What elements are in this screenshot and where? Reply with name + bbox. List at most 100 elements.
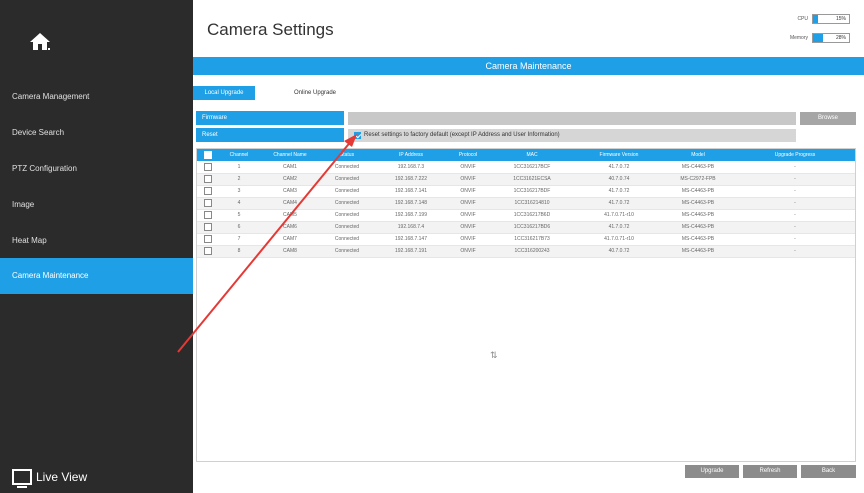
tab-local-upgrade[interactable]: Local Upgrade: [193, 86, 255, 100]
mac-cell: 1CC31621ECSA: [487, 173, 577, 186]
browse-button[interactable]: Browse: [800, 112, 856, 125]
table-row[interactable]: 4 CAM4 Connected 192.168.7.148 ONVIF 1CC31621…: [197, 197, 855, 210]
row-select-cell: [197, 209, 219, 222]
home-icon[interactable]: [28, 30, 52, 54]
cpu-meter: 15%: [812, 14, 850, 24]
model-cell: MS-C4463-PB: [661, 221, 735, 234]
mac-cell: 1CC316217B6D: [487, 209, 577, 222]
channel-name-cell: CAM6: [259, 221, 321, 234]
model-cell: MS-C4463-PB: [661, 233, 735, 246]
upgrade-button[interactable]: Upgrade: [685, 465, 739, 478]
row-checkbox[interactable]: [204, 235, 212, 243]
memory-meter-fill: [813, 34, 824, 42]
firmware-version-cell: 41.7.0.71-r10: [577, 209, 661, 222]
channel-name-cell: CAM7: [259, 233, 321, 246]
reset-option-text: Reset settings to factory default (excep…: [364, 132, 560, 138]
channel-name-cell: CAM4: [259, 197, 321, 210]
protocol-cell: ONVIF: [449, 245, 487, 258]
status-cell: Connected: [321, 161, 373, 174]
upgrade-progress-cell: -: [735, 221, 855, 234]
memory-meter: 28%: [812, 33, 850, 43]
col-firmware-version: Firmware Version: [599, 152, 639, 158]
status-cell: Connected: [321, 185, 373, 198]
row-checkbox[interactable]: [204, 162, 212, 171]
row-select-cell: [197, 221, 219, 234]
ip-address-cell: 192.168.7.4: [373, 221, 449, 234]
tab-online-upgrade[interactable]: Online Upgrade: [283, 86, 347, 100]
col-mac: MAC: [526, 152, 538, 158]
cpu-label: CPU: [797, 16, 808, 22]
row-checkbox[interactable]: [204, 223, 212, 231]
row-checkbox[interactable]: [204, 211, 212, 219]
protocol-cell: ONVIF: [449, 173, 487, 186]
upgrade-progress-cell: -: [735, 197, 855, 210]
live-view-button[interactable]: Live View: [12, 466, 87, 488]
table-row[interactable]: 7 CAM7 Connected 192.168.7.147 ONVIF 1CC31621…: [197, 233, 855, 246]
model-cell: MS-C4463-PB: [661, 209, 735, 222]
sidebar: Camera Management Device Search PTZ Conf…: [0, 0, 193, 493]
page-title: Camera Settings: [207, 20, 334, 39]
sidebar-item-camera-maintenance[interactable]: Camera Maintenance: [0, 258, 193, 294]
col-ip-address: IP Address: [398, 152, 424, 158]
table-header-row: Channel Channel Name Status IP Address P…: [197, 149, 855, 161]
row-checkbox[interactable]: [204, 247, 212, 255]
table-row[interactable]: 6 CAM6 Connected 192.168.7.4 ONVIF 1CC316217B…: [197, 221, 855, 234]
firmware-path-field[interactable]: [348, 112, 796, 125]
mac-cell: 1CC316214810: [487, 197, 577, 210]
ip-address-cell: 192.168.7.147: [373, 233, 449, 246]
mac-cell: 1CC316217B73: [487, 233, 577, 246]
upgrade-progress-cell: -: [735, 233, 855, 246]
ip-address-cell: 192.168.7.199: [373, 209, 449, 222]
firmware-version-cell: 41.7.0.72: [577, 185, 661, 198]
upgrade-progress-cell: -: [735, 245, 855, 258]
col-model: Model: [691, 152, 705, 158]
protocol-cell: ONVIF: [449, 185, 487, 198]
row-checkbox[interactable]: [204, 175, 212, 183]
memory-value: 28%: [835, 35, 846, 41]
sidebar-item-ptz-configuration[interactable]: PTZ Configuration: [0, 151, 193, 187]
col-channel-name: Channel Name: [273, 152, 307, 158]
row-select-cell: [197, 161, 219, 174]
table-row[interactable]: 5 CAM5 Connected 192.168.7.199 ONVIF 1CC31621…: [197, 209, 855, 222]
firmware-version-cell: 40.7.0.74: [577, 173, 661, 186]
row-checkbox[interactable]: [204, 199, 212, 207]
firmware-version-cell: 41.7.0.71-r10: [577, 233, 661, 246]
firmware-version-cell: 41.7.0.72: [577, 197, 661, 210]
row-select-cell: [197, 197, 219, 210]
upgrade-progress-cell: -: [735, 185, 855, 198]
table-row[interactable]: 1 CAM1 Connected 192.168.7.3 ONVIF 1CC316217B…: [197, 161, 855, 174]
cpu-meter-fill: [813, 15, 819, 23]
ip-address-cell: 192.168.7.141: [373, 185, 449, 198]
refresh-button[interactable]: Refresh: [743, 465, 797, 478]
firmware-version-cell: 41.7.0.72: [577, 221, 661, 234]
table-row[interactable]: 2 CAM2 Connected 192.168.7.222 ONVIF 1CC31621…: [197, 173, 855, 186]
channel-name-cell: CAM3: [259, 185, 321, 198]
status-cell: Connected: [321, 197, 373, 210]
protocol-cell: ONVIF: [449, 209, 487, 222]
monitor-icon: [12, 469, 32, 488]
row-select-cell: [197, 185, 219, 198]
col-status: Status: [339, 152, 355, 158]
channel-name-cell: CAM1: [259, 161, 321, 174]
reset-option: Reset settings to factory default (excep…: [348, 129, 796, 142]
sidebar-item-heat-map[interactable]: Heat Map: [0, 223, 193, 259]
mac-cell: 1CC316217BD6: [487, 221, 577, 234]
sidebar-item-image[interactable]: Image: [0, 187, 193, 223]
back-button[interactable]: Back: [801, 465, 856, 478]
ip-address-cell: 192.168.7.148: [373, 197, 449, 210]
select-all-cell: [197, 149, 219, 161]
protocol-cell: ONVIF: [449, 161, 487, 174]
table-row[interactable]: 8 CAM8 Connected 192.168.7.191 ONVIF 1CC31620…: [197, 245, 855, 258]
reset-checkbox[interactable]: [354, 132, 361, 139]
sidebar-item-camera-management[interactable]: Camera Management: [0, 79, 193, 115]
firmware-version-cell: 40.7.0.72: [577, 245, 661, 258]
table-row[interactable]: 3 CAM3 Connected 192.168.7.141 ONVIF 1CC31621…: [197, 185, 855, 198]
sidebar-item-device-search[interactable]: Device Search: [0, 115, 193, 151]
cpu-value: 15%: [835, 16, 846, 22]
memory-usage: Memory 28%: [790, 33, 850, 43]
status-cell: Connected: [321, 209, 373, 222]
channel-cell: 1: [219, 161, 259, 174]
select-all-checkbox[interactable]: [204, 151, 212, 159]
row-checkbox[interactable]: [204, 187, 212, 195]
upgrade-progress-cell: -: [735, 209, 855, 222]
